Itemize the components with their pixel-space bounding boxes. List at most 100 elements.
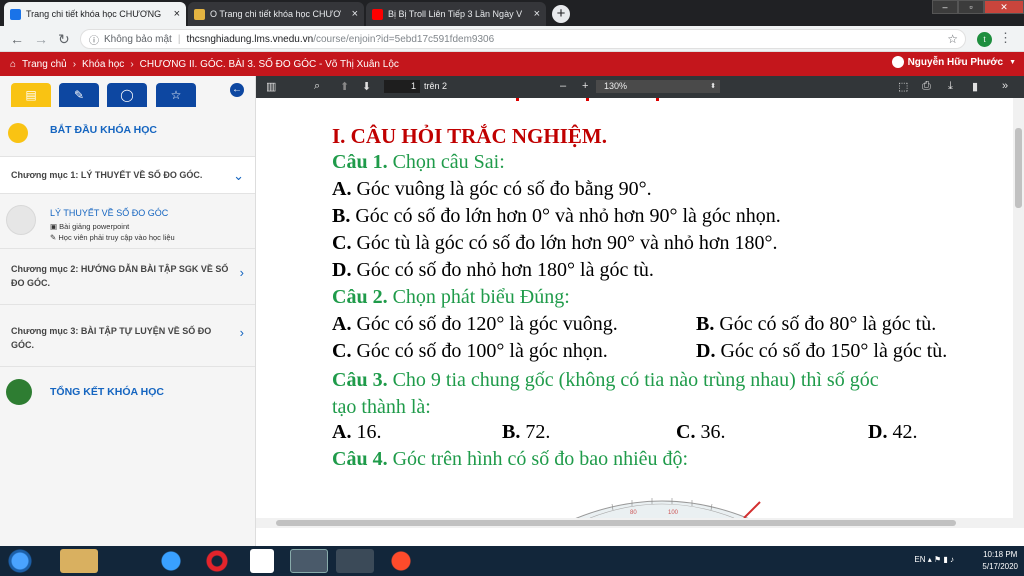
info-icon[interactable]: ⓘ bbox=[89, 32, 99, 47]
separator: | bbox=[177, 33, 181, 45]
caret-down-icon: ▼ bbox=[1009, 58, 1016, 66]
sidebar-start-row[interactable]: BẮT ĐẦU KHÓA HỌC bbox=[0, 110, 255, 157]
user-avatar-icon bbox=[891, 56, 904, 68]
chevron-down-icon[interactable]: ⌄ bbox=[233, 168, 244, 184]
opera-icon[interactable] bbox=[198, 549, 236, 573]
maximize-icon[interactable]: ▫ bbox=[958, 0, 984, 14]
windows-taskbar: EN ▴ ⚑ ▮ ♪ 10:18 PM 5/17/2020 bbox=[0, 546, 1024, 576]
site-breadcrumb-bar: ⌂ Trang chủ › Khóa học › CHƯƠNG II. GÓC.… bbox=[0, 52, 1024, 76]
vertical-scrollbar[interactable] bbox=[1013, 98, 1024, 518]
clock[interactable]: 10:18 PM 5/17/2020 bbox=[982, 549, 1018, 573]
horizontal-scrollbar[interactable] bbox=[256, 518, 1024, 528]
chrome-icon[interactable] bbox=[290, 549, 328, 573]
q1-option-c: C. Góc tù là góc có số đo lớn hơn 90° và… bbox=[332, 232, 778, 254]
start-dot-icon bbox=[8, 123, 28, 143]
q1-option-a: A. Góc vuông là góc có số đo bằng 90°. bbox=[332, 178, 652, 200]
next-page-icon[interactable]: ⬇ bbox=[362, 80, 371, 93]
lesson-title: LÝ THUYẾT VỀ SỐ ĐO GÓC bbox=[50, 208, 169, 218]
sidebar-toggle-icon[interactable]: ▥ bbox=[266, 80, 276, 93]
chevron-right-icon[interactable]: › bbox=[240, 265, 244, 280]
breadcrumb-current: CHƯƠNG II. GÓC. BÀI 3. SỐ ĐO GÓC - Võ Th… bbox=[139, 58, 399, 70]
user-menu-button[interactable]: Nguyễn Hữu Phước ▼ bbox=[891, 56, 1016, 68]
zoom-in-icon[interactable]: + bbox=[582, 80, 588, 92]
paint-icon[interactable] bbox=[336, 549, 374, 573]
sidebar-chapter-2[interactable]: Chương mục 2: HƯỚNG DẪN BÀI TẬP SGK VỀ S… bbox=[0, 249, 255, 305]
system-tray[interactable]: EN ▴ ⚑ ▮ ♪ bbox=[914, 555, 954, 564]
forward-icon[interactable]: → bbox=[34, 31, 48, 47]
sidebar-end-row[interactable]: TỔNG KẾT KHÓA HỌC bbox=[0, 367, 255, 419]
bookmark-star-icon[interactable]: ☆ bbox=[947, 32, 958, 46]
record-app-icon[interactable] bbox=[382, 549, 420, 573]
scroll-thumb[interactable] bbox=[276, 520, 956, 526]
tab-chat-icon[interactable]: ◯ bbox=[107, 83, 147, 107]
pdf-document-view[interactable]: I. CÂU HỎI TRẮC NGHIỆM. Câu 1. Chọn câu … bbox=[256, 98, 1024, 518]
rotate-icon[interactable]: ⬚ bbox=[898, 80, 908, 93]
back-icon[interactable]: ← bbox=[10, 31, 24, 47]
search-icon[interactable]: ⌕ bbox=[314, 80, 320, 93]
question-3-cont: tạo thành là: bbox=[332, 396, 431, 418]
close-icon[interactable]: × bbox=[534, 8, 540, 20]
q3-option-d: D. 42. bbox=[868, 421, 918, 443]
back-arrow-icon[interactable]: ← bbox=[230, 83, 244, 97]
sidebar-tabs: ▤ ✎ ◯ ☆ ← bbox=[0, 76, 255, 110]
minimize-icon[interactable]: – bbox=[932, 0, 958, 14]
tab-course-2[interactable]: O Trang chi tiết khóa học CHƯƠ × bbox=[188, 2, 364, 26]
marker-dot bbox=[516, 98, 519, 101]
print-icon[interactable]: ⎙ bbox=[922, 80, 931, 93]
file-explorer-icon[interactable] bbox=[60, 549, 98, 573]
protractor-tick-label: 80 bbox=[630, 510, 637, 516]
q3-option-a: A. 16. bbox=[332, 421, 382, 443]
breadcrumb-separator: › bbox=[72, 58, 77, 70]
marker-dot bbox=[656, 98, 659, 101]
sidebar-chapter-1[interactable]: Chương mục 1: LÝ THUYẾT VỀ SỐ ĐO GÓC. ⌄ bbox=[0, 157, 255, 194]
section-heading: I. CÂU HỎI TRẮC NGHIỆM. bbox=[332, 124, 607, 148]
close-icon[interactable]: × bbox=[352, 8, 358, 20]
start-button-icon[interactable] bbox=[2, 549, 38, 573]
chapter-2-label-line2: ĐO GÓC. bbox=[11, 278, 51, 288]
tab-title: Trang chi tiết khóa học CHƯƠNG bbox=[26, 9, 162, 19]
url-input[interactable]: ⓘ Không bảo mật | thcsnghiadung.lms.vned… bbox=[80, 29, 966, 49]
youtube-icon bbox=[372, 8, 383, 20]
close-icon[interactable]: × bbox=[174, 8, 180, 20]
zoom-value: 130% bbox=[604, 81, 628, 91]
more-tools-icon[interactable]: » bbox=[1002, 80, 1008, 92]
reload-icon[interactable]: ↻ bbox=[58, 31, 70, 48]
sidebar-lesson-item[interactable]: LÝ THUYẾT VỀ SỐ ĐO GÓC ▣ Bài giảng power… bbox=[0, 194, 255, 249]
page-number-input[interactable]: 1 bbox=[384, 80, 420, 93]
breadcrumb-home[interactable]: Trang chủ bbox=[22, 59, 67, 70]
new-tab-button[interactable]: + bbox=[552, 5, 570, 23]
window-close-icon[interactable]: ✕ bbox=[984, 0, 1024, 14]
page-favicon-icon bbox=[194, 8, 205, 20]
clock-date: 5/17/2020 bbox=[982, 562, 1018, 571]
end-dot-icon bbox=[6, 379, 32, 405]
bookmark-icon[interactable]: ▮ bbox=[972, 80, 978, 93]
profile-avatar[interactable]: t bbox=[977, 32, 992, 47]
address-bar: ← → ↻ ⓘ Không bảo mật | thcsnghiadung.lm… bbox=[0, 26, 1024, 52]
zoom-out-icon[interactable]: – bbox=[560, 80, 566, 92]
chapter-1-label: Chương mục 1: LÝ THUYẾT VỀ SỐ ĐO GÓC. bbox=[11, 170, 203, 180]
tab-attachment-icon[interactable]: ✎ bbox=[59, 83, 99, 107]
zoom-select[interactable]: 130% ⬍ bbox=[596, 80, 720, 93]
tab-star-icon[interactable]: ☆ bbox=[156, 83, 196, 107]
tab-content-icon[interactable]: ▤ bbox=[11, 83, 51, 107]
q3-option-c: C. 36. bbox=[676, 421, 726, 443]
sidebar-chapter-3[interactable]: Chương mục 3: BÀI TẬP TỰ LUYỆN VỀ SỐ ĐO … bbox=[0, 305, 255, 367]
menu-kebab-icon[interactable]: ⋮ bbox=[999, 30, 1012, 46]
chevron-right-icon[interactable]: › bbox=[240, 325, 244, 340]
end-course-label: TỔNG KẾT KHÓA HỌC bbox=[50, 386, 164, 398]
download-icon[interactable]: ⤓ bbox=[948, 80, 953, 93]
protractor-tick-label: 100 bbox=[668, 510, 679, 516]
scroll-thumb[interactable] bbox=[1015, 128, 1022, 208]
window-controls: – ▫ ✕ bbox=[932, 0, 1024, 14]
tab-youtube[interactable]: Bị Bị Troll Liên Tiếp 3 Lần Ngày V × bbox=[366, 2, 546, 26]
tab-course-active[interactable]: Trang chi tiết khóa học CHƯƠNG × bbox=[4, 2, 186, 26]
lesson-note: ✎ Học viên phải truy cập vào học liệu bbox=[50, 233, 175, 242]
chevron-down-icon: ⬍ bbox=[710, 83, 716, 90]
page-total-label: trên 2 bbox=[424, 81, 448, 91]
document-icon[interactable] bbox=[250, 549, 274, 573]
breadcrumb-courses[interactable]: Khóa học bbox=[82, 59, 124, 70]
marker-dot bbox=[586, 98, 589, 101]
prev-page-icon[interactable]: ⬆ bbox=[340, 80, 349, 93]
home-icon: ⌂ bbox=[10, 58, 17, 70]
internet-explorer-icon[interactable] bbox=[152, 549, 190, 573]
